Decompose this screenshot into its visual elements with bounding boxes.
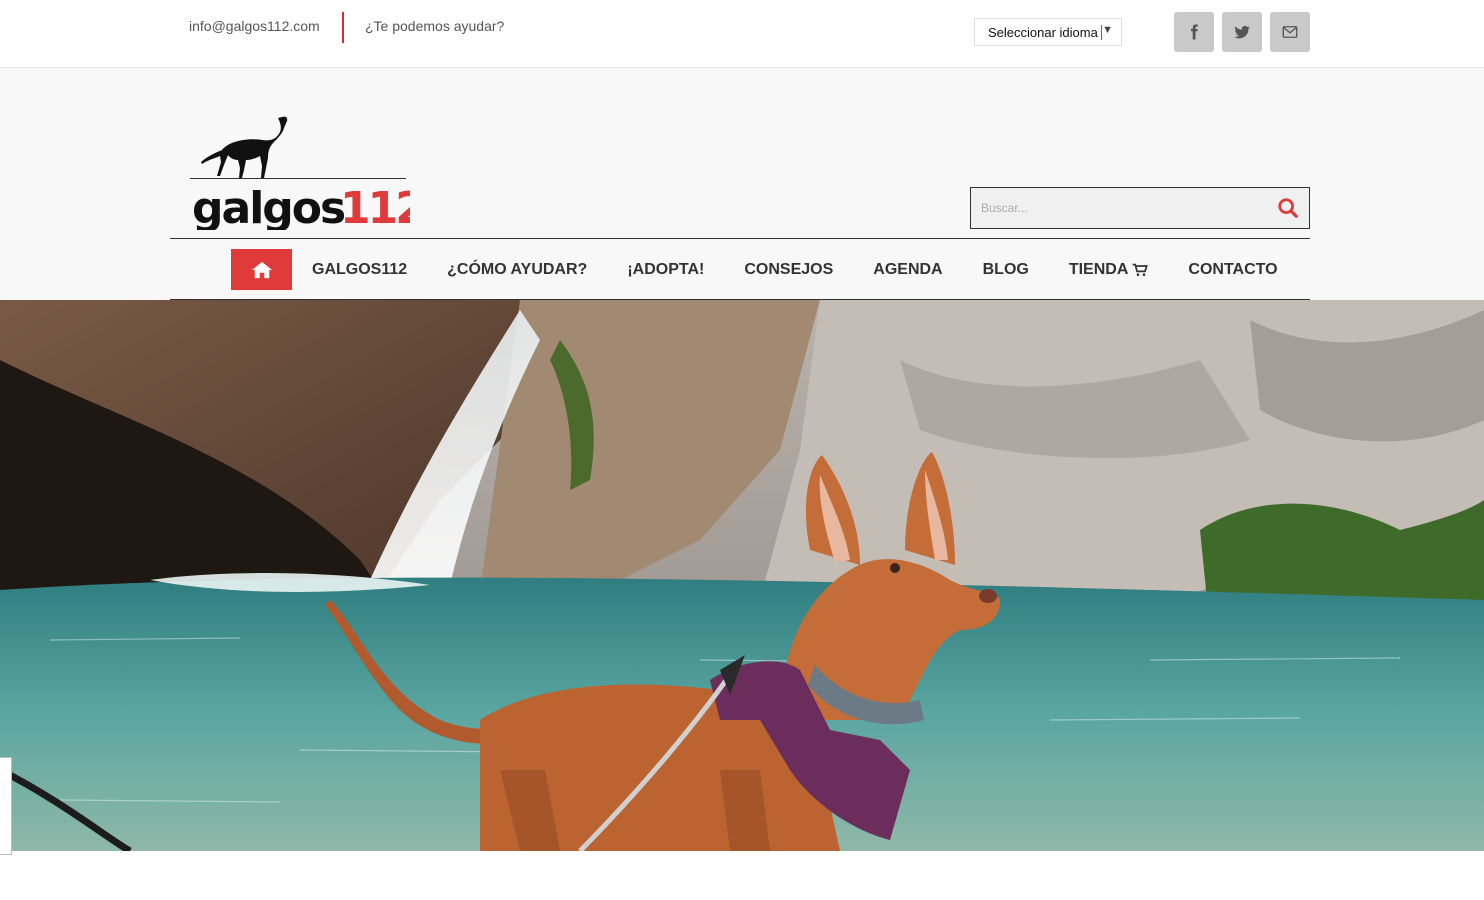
nav-item-como-ayudar[interactable]: ¿CÓMO AYUDAR? bbox=[447, 261, 587, 279]
svg-text:112: 112 bbox=[340, 183, 410, 230]
facebook-button[interactable] bbox=[1174, 12, 1214, 52]
nav-item-tienda[interactable]: TIENDA bbox=[1069, 261, 1149, 279]
language-select[interactable]: Seleccionar idioma ▼ bbox=[974, 18, 1122, 46]
nav-item-tienda-label: TIENDA bbox=[1068, 260, 1129, 278]
facebook-icon bbox=[1191, 24, 1198, 40]
email-button[interactable] bbox=[1270, 12, 1310, 52]
cart-icon bbox=[1133, 263, 1149, 276]
nav-item-galgos112[interactable]: GALGOS112 bbox=[312, 261, 407, 279]
language-select-label: Seleccionar idioma bbox=[988, 24, 1098, 40]
search-icon[interactable] bbox=[1277, 197, 1299, 219]
contact-email-link[interactable]: info@galgos112.com bbox=[189, 18, 320, 34]
top-divider bbox=[342, 12, 344, 43]
nav-item-agenda[interactable]: AGENDA bbox=[873, 261, 942, 279]
nav-item-adopta[interactable]: ¡ADOPTA! bbox=[627, 261, 704, 279]
twitter-icon bbox=[1234, 25, 1250, 39]
home-button[interactable] bbox=[231, 249, 292, 290]
twitter-button[interactable] bbox=[1222, 12, 1262, 52]
header-divider-top bbox=[170, 238, 1310, 239]
hero-photo bbox=[0, 300, 1484, 851]
nav-item-consejos[interactable]: CONSEJOS bbox=[744, 261, 833, 279]
home-icon bbox=[251, 261, 272, 278]
search-input[interactable] bbox=[971, 188, 1261, 228]
hero-image bbox=[0, 300, 1484, 851]
greyhound-icon bbox=[201, 116, 288, 178]
side-widget-tab[interactable] bbox=[0, 757, 12, 855]
svg-text:galgos: galgos bbox=[192, 183, 345, 230]
nav-item-contacto[interactable]: CONTACTO bbox=[1188, 261, 1277, 279]
site-logo[interactable]: galgos 112 bbox=[190, 110, 410, 230]
envelope-icon bbox=[1282, 26, 1298, 38]
help-link[interactable]: ¿Te podemos ayudar? bbox=[365, 18, 504, 34]
main-nav: GALGOS112 ¿CÓMO AYUDAR? ¡ADOPTA! CONSEJO… bbox=[231, 249, 1298, 290]
search-box bbox=[970, 187, 1310, 229]
nav-item-blog[interactable]: BLOG bbox=[983, 261, 1029, 279]
top-bar: info@galgos112.com ¿Te podemos ayudar? S… bbox=[0, 0, 1484, 68]
chevron-down-icon: ▼ bbox=[1102, 24, 1113, 36]
